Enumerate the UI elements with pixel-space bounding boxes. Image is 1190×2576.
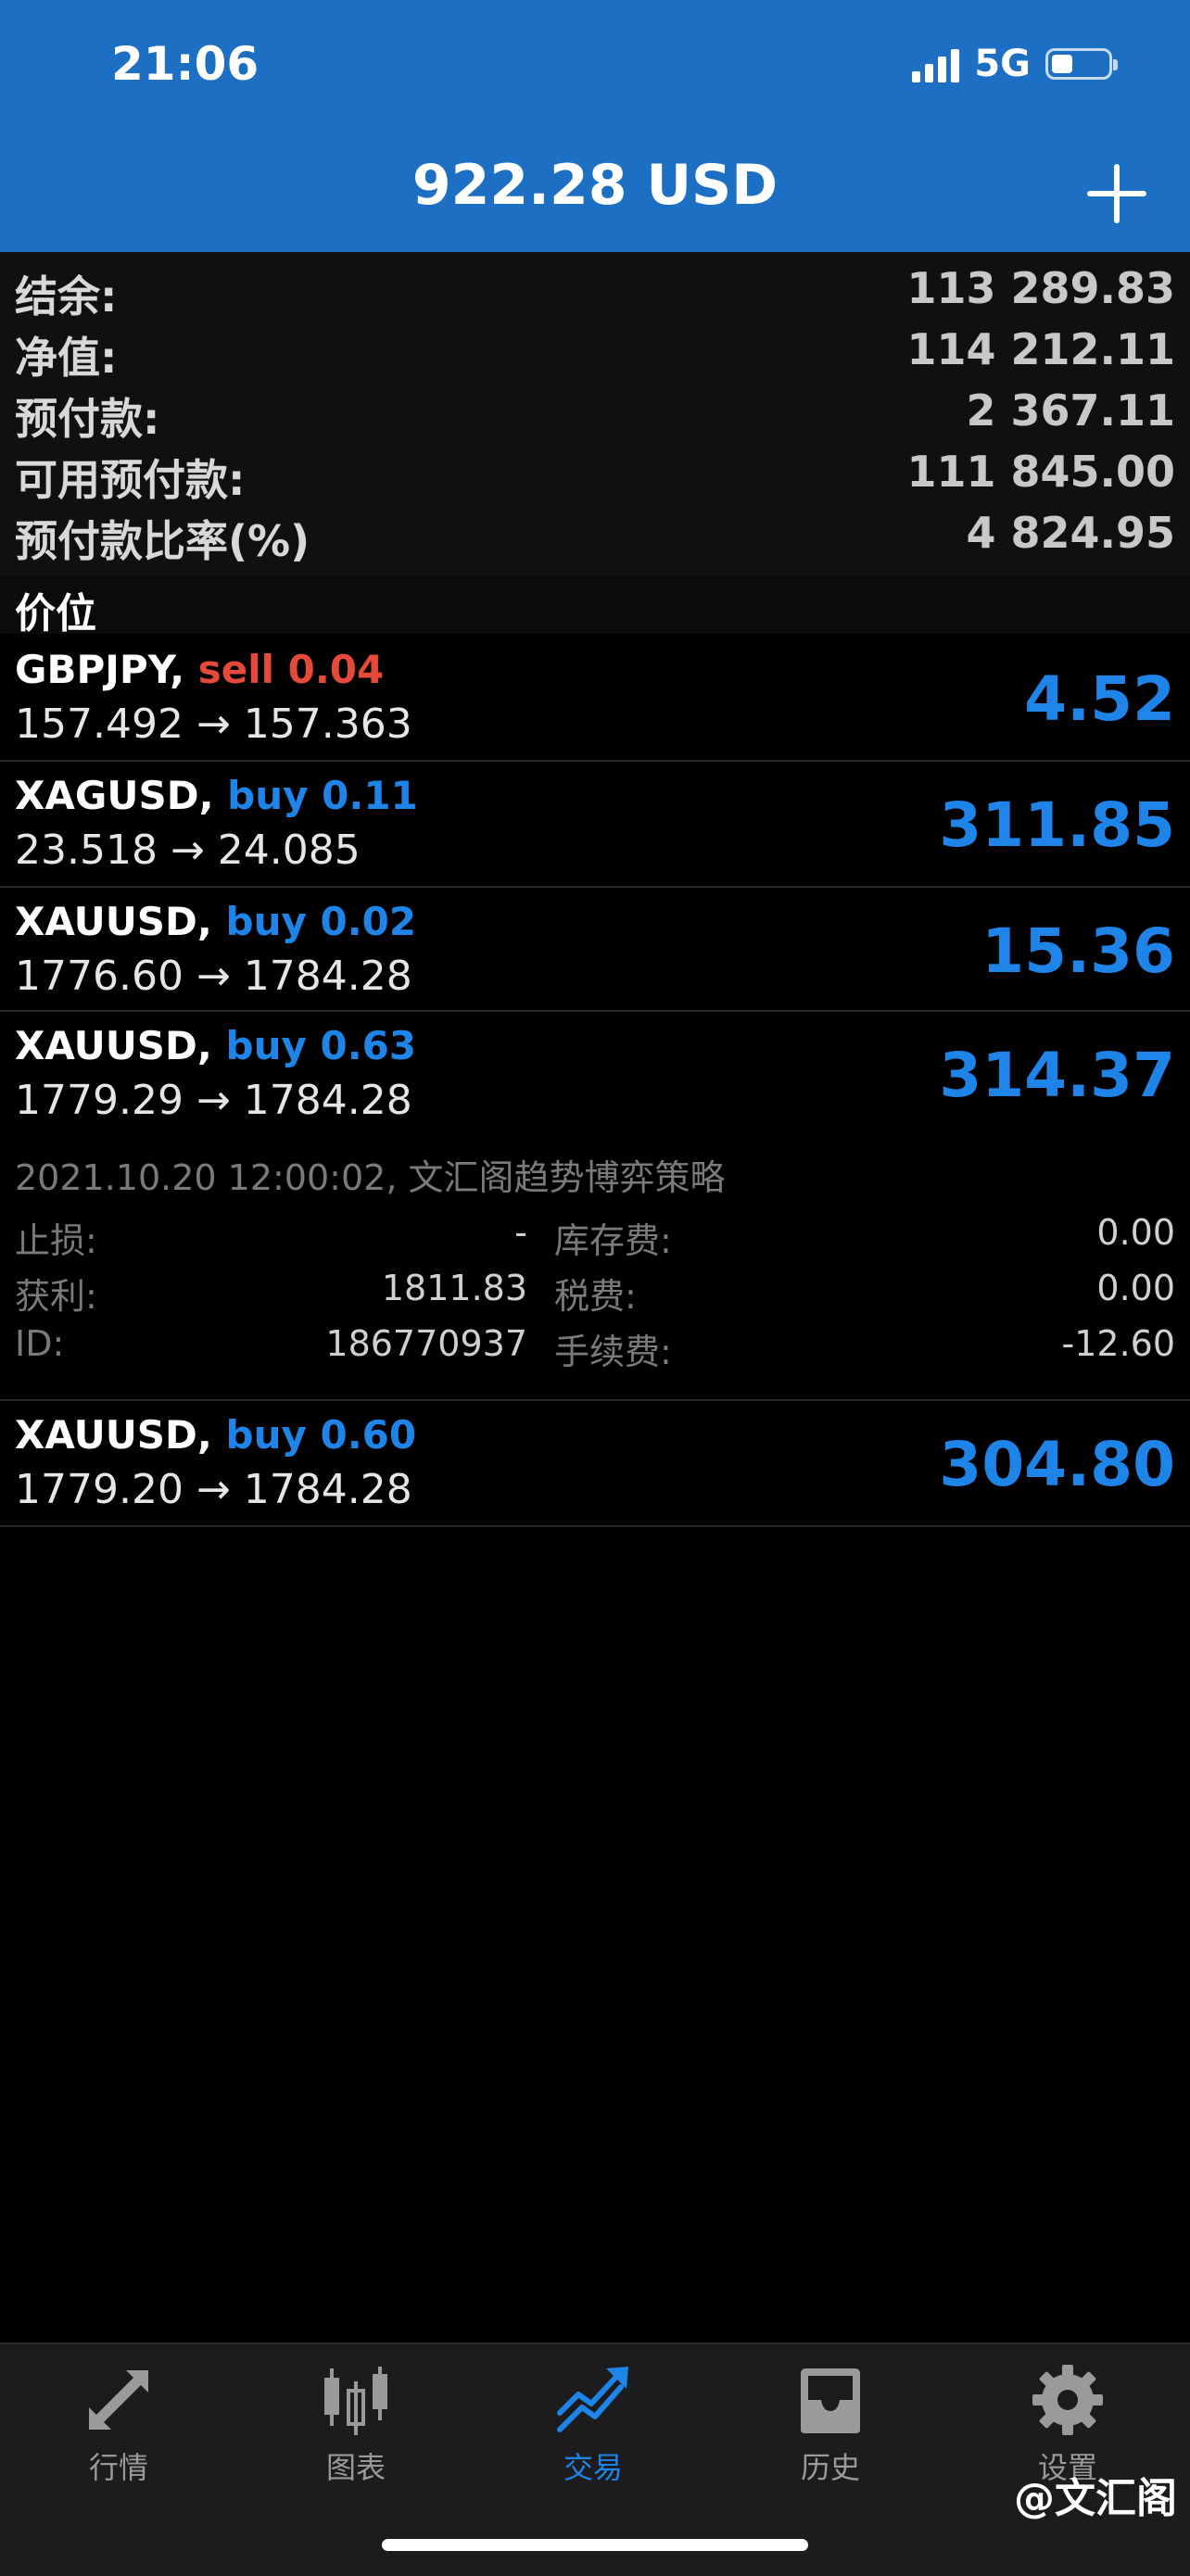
status-indicators: 5G [912,43,1118,85]
free-margin-value: 111 845.00 [906,447,1175,497]
margin-value: 2 367.11 [966,385,1175,436]
margin-level-label: 预付款比率(%) [15,516,310,566]
history-icon [801,2368,860,2433]
position-row[interactable]: GBPJPY, sell 0.04 157.492 → 157.363 4.52 [0,636,1190,762]
position-open-time-comment: 2021.10.20 12:00:02, 文汇阁趋势博弈策略 [15,1157,726,1198]
summary-margin-row: 预付款: 2 367.11 [0,380,1190,444]
position-prices: 1779.29 → 1784.28 [15,1077,412,1124]
plus-icon [1087,164,1146,223]
commission-label: 手续费: [554,1332,672,1372]
battery-icon [1045,48,1118,80]
order-id-value: 186770937 [325,1323,527,1364]
position-row[interactable]: XAUUSD, buy 0.02 1776.60 → 1784.28 15.36 [0,888,1190,1012]
status-time: 21:06 [111,37,260,91]
position-symbol: GBPJPY, [15,647,185,692]
stop-loss-value: - [514,1212,527,1253]
total-profit-title: 922.28 USD [411,153,779,218]
section-title: 价位 [15,590,96,638]
equity-value: 114 212.11 [906,324,1175,374]
summary-free-margin-row: 可用预付款: 111 845.00 [0,441,1190,505]
position-side: sell 0.04 [197,647,385,692]
commission-value: -12.60 [1061,1323,1176,1364]
position-profit: 314.37 [939,1040,1175,1111]
tab-history[interactable]: 历史 [712,2361,949,2500]
account-summary: 结余: 113 289.83 净值: 114 212.11 预付款: 2 367… [0,252,1190,576]
watermark: @文汇阁 [1014,2475,1177,2522]
swap-value: 0.00 [1096,1212,1175,1253]
position-side: buy 0.11 [227,773,418,818]
position-prices: 157.492 → 157.363 [15,701,412,748]
tab-history-label: 历史 [800,2450,860,2485]
signal-icon [912,45,960,82]
order-id-label: ID: [15,1323,65,1364]
position-row-expanded[interactable]: XAUUSD, buy 0.63 1779.29 → 1784.28 314.3… [0,1012,1190,1401]
position-symbol: XAUUSD, [15,899,212,944]
position-row[interactable]: XAGUSD, buy 0.11 23.518 → 24.085 311.85 [0,762,1190,888]
summary-balance-row: 结余: 113 289.83 [0,258,1190,322]
tab-trade[interactable]: 交易 [475,2361,712,2500]
tax-value: 0.00 [1096,1268,1175,1308]
position-prices: 23.518 → 24.085 [15,827,361,874]
position-profit: 15.36 [981,915,1175,987]
tab-quotes[interactable]: 行情 [0,2361,237,2500]
position-symbol: XAUUSD, [15,1023,212,1068]
position-side: buy 0.63 [225,1023,417,1068]
swap-label: 库存费: [554,1220,672,1261]
tab-chart[interactable]: 图表 [237,2361,475,2500]
equity-label: 净值: [15,333,118,383]
positions-section-header: 价位 [0,576,1190,638]
take-profit-value: 1811.83 [381,1268,527,1308]
balance-label: 结余: [15,271,118,322]
margin-label: 预付款: [15,394,160,444]
take-profit-label: 获利: [15,1276,97,1317]
app-header: 21:06 5G 922.28 USD [0,0,1190,252]
chart-icon [324,2367,387,2435]
settings-icon [1032,2365,1103,2435]
position-side: buy 0.60 [225,1412,417,1458]
stop-loss-label: 止损: [15,1220,97,1261]
quotes-icon [89,2370,148,2430]
tab-trade-label: 交易 [563,2450,623,2485]
position-prices: 1779.20 → 1784.28 [15,1466,412,1513]
position-side: buy 0.02 [225,899,417,944]
position-symbol: XAUUSD, [15,1412,212,1458]
home-indicator[interactable] [382,2539,808,2551]
position-row[interactable]: XAUUSD, buy 0.60 1779.20 → 1784.28 304.8… [0,1401,1190,1527]
free-margin-label: 可用预付款: [15,455,246,505]
position-profit: 304.80 [939,1429,1175,1500]
tax-label: 税费: [554,1276,637,1317]
position-prices: 1776.60 → 1784.28 [15,953,412,1000]
balance-value: 113 289.83 [906,263,1175,313]
new-order-button[interactable] [1081,158,1153,230]
summary-equity-row: 净值: 114 212.11 [0,319,1190,383]
margin-level-value: 4 824.95 [966,508,1175,558]
position-profit: 311.85 [939,789,1175,861]
trade-icon [557,2367,628,2432]
tab-chart-label: 图表 [325,2450,386,2485]
network-type: 5G [974,43,1031,85]
position-profit: 4.52 [1024,663,1175,735]
tab-quotes-label: 行情 [88,2450,148,2485]
summary-margin-level-row: 预付款比率(%) 4 824.95 [0,502,1190,566]
position-symbol: XAGUSD, [15,773,214,818]
